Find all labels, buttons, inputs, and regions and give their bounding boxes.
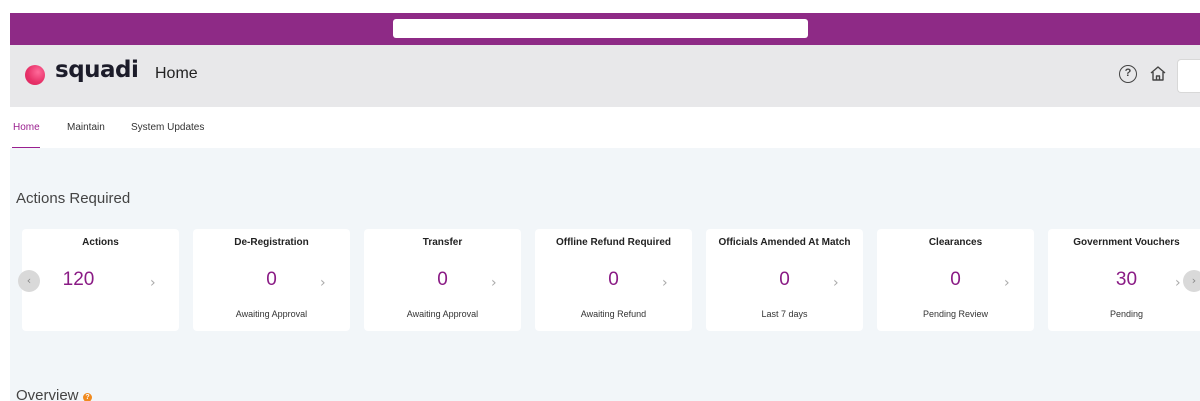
- card-subtitle: Last 7 days: [761, 309, 808, 319]
- overview-heading: Overview: [16, 387, 79, 401]
- card-title: Clearances: [928, 237, 983, 248]
- chevron-right-icon[interactable]: ›: [833, 275, 839, 291]
- header-search-input[interactable]: [1177, 59, 1200, 93]
- action-card-actions[interactable]: Actions 120 ›: [22, 229, 179, 331]
- card-title: Government Vouchers: [1073, 237, 1180, 248]
- tab-maintain[interactable]: Maintain: [67, 122, 105, 133]
- card-value: 0: [437, 269, 448, 290]
- logo-text[interactable]: squadi: [55, 57, 139, 83]
- main-content: Actions Required Actions 120 › De-Regist…: [10, 148, 1200, 401]
- card-value: 0: [950, 269, 961, 290]
- chevron-right-icon[interactable]: ›: [491, 275, 497, 291]
- squadi-logo-icon[interactable]: [25, 65, 45, 85]
- card-subtitle: Awaiting Approval: [235, 309, 308, 319]
- tab-system-updates[interactable]: System Updates: [131, 122, 204, 133]
- action-card-officials-amended-at-match[interactable]: Officials Amended At Match 0 › Last 7 da…: [706, 229, 863, 331]
- chevron-right-icon[interactable]: ›: [1175, 275, 1181, 291]
- action-card-clearances[interactable]: Clearances 0 › Pending Review: [877, 229, 1034, 331]
- question-circle-icon[interactable]: ?: [1119, 65, 1137, 83]
- card-title: De-Registration: [234, 237, 309, 248]
- action-card-offline-refund-required[interactable]: Offline Refund Required 0 › Awaiting Ref…: [535, 229, 692, 331]
- app-header: squadi Home ?: [10, 45, 1200, 107]
- chevron-right-icon[interactable]: ›: [1004, 275, 1010, 291]
- tab-home[interactable]: Home: [13, 122, 40, 133]
- card-title: Officials Amended At Match: [718, 237, 851, 248]
- card-title: Offline Refund Required: [556, 237, 671, 248]
- card-value: 0: [608, 269, 619, 290]
- address-bar[interactable]: [393, 19, 808, 38]
- card-title: Transfer: [422, 237, 463, 248]
- action-card-transfer[interactable]: Transfer 0 › Awaiting Approval: [364, 229, 521, 331]
- action-card-government-vouchers[interactable]: Government Vouchers 30 › Pending: [1048, 229, 1200, 331]
- card-subtitle: Pending: [1109, 309, 1144, 319]
- carousel-prev-button[interactable]: ‹: [18, 270, 40, 292]
- actions-required-heading: Actions Required: [16, 190, 131, 207]
- chevron-right-icon[interactable]: ›: [662, 275, 668, 291]
- page-title: Home: [155, 65, 198, 82]
- chevron-right-icon[interactable]: ›: [320, 275, 326, 291]
- info-badge-icon[interactable]: ?: [83, 393, 92, 401]
- card-subtitle: Awaiting Approval: [406, 309, 479, 319]
- action-card-de-registration[interactable]: De-Registration 0 › Awaiting Approval: [193, 229, 350, 331]
- home-icon[interactable]: [1148, 64, 1168, 84]
- tab-bar: Home Maintain System Updates: [10, 107, 1200, 149]
- card-value: 0: [779, 269, 790, 290]
- card-subtitle: Awaiting Refund: [580, 309, 647, 319]
- carousel-next-button[interactable]: ›: [1183, 270, 1200, 292]
- card-subtitle: Pending Review: [922, 309, 989, 319]
- card-value: 0: [266, 269, 277, 290]
- card-title: Actions: [82, 237, 119, 248]
- chevron-right-icon[interactable]: ›: [150, 275, 156, 291]
